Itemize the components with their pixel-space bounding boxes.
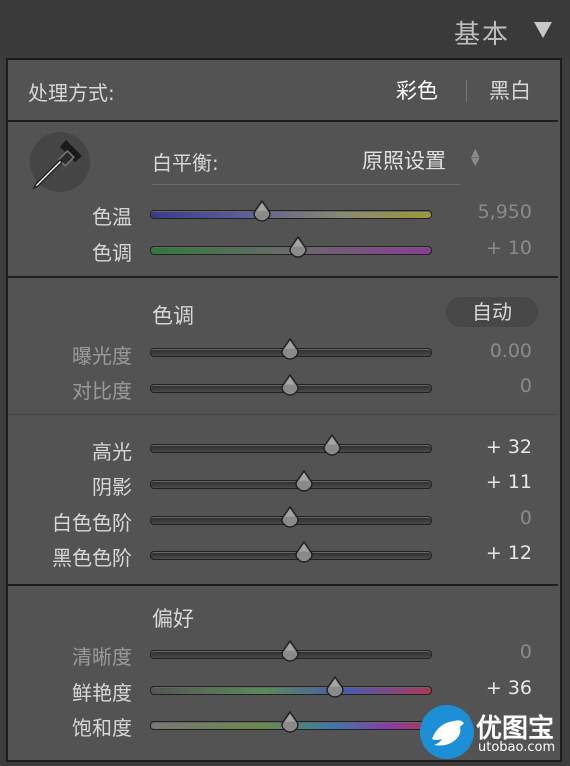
eyedropper-icon: [32, 140, 82, 190]
slider-label-tint: 色调: [92, 241, 132, 265]
highlights-slider-thumb[interactable]: [322, 434, 342, 456]
slider-label-exposure: 曝光度: [72, 344, 132, 368]
exposure-value[interactable]: 0.00: [490, 340, 532, 362]
slider-thumb-icon: [281, 640, 299, 662]
slider-label-blacks: 黑色色阶: [52, 546, 132, 570]
blacks-value[interactable]: + 12: [486, 542, 532, 564]
slider-label-contrast: 对比度: [72, 379, 132, 403]
whites-slider-thumb[interactable]: [280, 506, 300, 528]
slider-label-clarity: 清晰度: [72, 645, 132, 669]
slider-thumb-icon: [326, 676, 344, 698]
treatment-bw-option[interactable]: 黑白: [489, 75, 531, 105]
tint-value[interactable]: + 10: [486, 237, 532, 259]
highlights-value[interactable]: + 32: [486, 436, 532, 458]
auto-tone-button[interactable]: 自动: [446, 297, 538, 327]
slider-thumb-icon: [281, 338, 299, 360]
slider-thumb-icon: [323, 434, 341, 456]
slider-label-whites: 白色色阶: [52, 511, 132, 535]
treatment-divider: [466, 80, 467, 102]
slider-thumb-icon: [281, 506, 299, 528]
clarity-slider-thumb[interactable]: [280, 640, 300, 662]
treatment-label: 处理方式:: [28, 81, 115, 105]
dropdown-stepper-icon[interactable]: ▲ ▼: [471, 147, 479, 167]
temp-value[interactable]: 5,950: [478, 201, 532, 223]
treatment-color-option[interactable]: 彩色: [396, 75, 438, 105]
slider-thumb-icon: [281, 374, 299, 396]
slider-label-temp: 色温: [92, 205, 132, 229]
develop-panel: 基本 处理方式: 彩色 黑白 白平衡: 原照设置 ▲ ▼ 色温 5,950 色调 …: [0, 0, 570, 766]
highlights-slider-track[interactable]: [150, 444, 432, 453]
watermark-url: utobao.com: [478, 740, 556, 755]
slider-label-shadows: 阴影: [92, 475, 132, 499]
slider-label-vibrance: 鲜艳度: [72, 681, 132, 705]
collapse-triangle-icon[interactable]: [534, 22, 552, 38]
watermark-bird-logo-icon: [420, 705, 474, 759]
white-balance-label: 白平衡:: [152, 151, 219, 175]
blacks-slider-thumb[interactable]: [294, 541, 314, 563]
shadows-value[interactable]: + 11: [486, 471, 532, 493]
white-balance-underline: [152, 184, 460, 185]
slider-thumb-icon: [281, 711, 299, 733]
white-balance-selector[interactable]: [30, 132, 90, 192]
slider-label-highlights: 高光: [92, 440, 132, 464]
saturation-slider-thumb[interactable]: [280, 711, 300, 733]
panel-title: 基本: [453, 20, 510, 50]
tone-heading: 色调: [152, 304, 194, 328]
shadows-slider-track[interactable]: [150, 480, 432, 489]
slider-thumb-icon: [253, 200, 271, 222]
whites-value[interactable]: 0: [520, 507, 532, 529]
temp-slider-thumb[interactable]: [252, 200, 272, 222]
blacks-slider-track[interactable]: [150, 551, 432, 560]
shadows-slider-thumb[interactable]: [294, 470, 314, 492]
tint-slider-thumb[interactable]: [288, 236, 308, 258]
panel-header[interactable]: 基本: [0, 0, 570, 58]
white-balance-preset-select[interactable]: 原照设置: [362, 145, 446, 175]
vibrance-slider-track[interactable]: [150, 686, 432, 695]
vibrance-slider-thumb[interactable]: [325, 676, 345, 698]
contrast-value[interactable]: 0: [520, 375, 532, 397]
exposure-slider-thumb[interactable]: [280, 338, 300, 360]
contrast-slider-thumb[interactable]: [280, 374, 300, 396]
slider-label-saturation: 饱和度: [72, 716, 132, 740]
temp-slider-track[interactable]: [150, 210, 432, 219]
subsection-divider: [8, 414, 558, 415]
slider-thumb-icon: [289, 236, 308, 258]
slider-thumb-icon: [295, 541, 313, 563]
slider-thumb-icon: [295, 470, 313, 492]
presence-heading: 偏好: [152, 607, 194, 631]
clarity-value[interactable]: 0: [520, 641, 532, 663]
vibrance-value[interactable]: + 36: [486, 677, 532, 699]
